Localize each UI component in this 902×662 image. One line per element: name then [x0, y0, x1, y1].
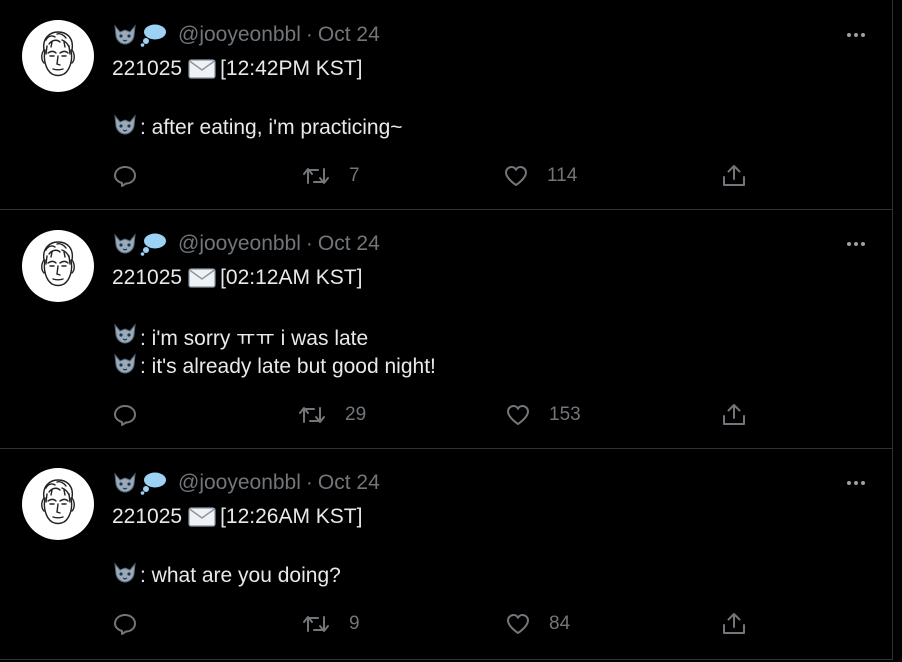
header-date: 221025	[112, 57, 183, 80]
tweet-text-line: : i'm sorry ㅠㅠ i was late	[112, 323, 368, 351]
reply-button[interactable]	[112, 401, 138, 429]
time-label: [12:42PM KST]	[220, 57, 363, 80]
reply-button[interactable]	[112, 610, 138, 638]
share-button[interactable]	[721, 610, 747, 638]
tweet[interactable]: @jooyeonbbl · Oct 24 221025 [12:42PM KST…	[0, 0, 893, 210]
more-options-icon[interactable]	[842, 25, 870, 45]
tweet-header: @jooyeonbbl · Oct 24	[112, 470, 380, 496]
envelope-icon	[188, 59, 216, 79]
like-button[interactable]: 153	[505, 401, 581, 429]
reply-button[interactable]	[112, 162, 138, 190]
retweet-button[interactable]: 7	[301, 162, 360, 190]
avatar[interactable]	[22, 230, 94, 302]
author-emoji	[112, 471, 168, 495]
like-count: 114	[547, 165, 578, 186]
share-icon	[721, 611, 747, 637]
header-date: 221025	[112, 266, 183, 289]
more-options-icon[interactable]	[842, 234, 870, 254]
tweet-header: @jooyeonbbl · Oct 24	[112, 231, 380, 257]
wolf-icon	[112, 114, 138, 142]
tweet-header-line: 221025 [02:12AM KST]	[112, 264, 362, 292]
like-icon	[503, 163, 529, 189]
share-icon	[721, 163, 747, 189]
wolf-icon	[112, 562, 138, 590]
retweet-icon	[301, 163, 331, 189]
tweet-date[interactable]: Oct 24	[318, 471, 380, 495]
retweet-button[interactable]: 9	[301, 610, 360, 638]
like-button[interactable]: 114	[503, 162, 577, 190]
share-icon	[721, 402, 747, 428]
tweet[interactable]: @jooyeonbbl · Oct 24 221025 [12:26AM KST…	[0, 449, 893, 660]
more-options-icon[interactable]	[842, 473, 870, 493]
retweet-count: 29	[345, 404, 367, 425]
like-icon	[505, 402, 531, 428]
author-handle[interactable]: @jooyeonbbl	[178, 232, 301, 256]
tweet-text-line: : it's already late but good night!	[112, 353, 436, 381]
wolf-icon	[112, 472, 138, 494]
like-count: 84	[549, 613, 571, 634]
share-button[interactable]	[721, 401, 747, 429]
author-emoji	[112, 232, 168, 256]
wolf-icon	[112, 233, 138, 255]
retweet-button[interactable]: 29	[297, 401, 366, 429]
thought-bubble-icon	[140, 23, 168, 47]
tweet-date[interactable]: Oct 24	[318, 232, 380, 256]
reply-icon	[112, 163, 138, 189]
separator: ·	[305, 471, 313, 494]
tweet-header: @jooyeonbbl · Oct 24	[112, 22, 380, 48]
time-label: [02:12AM KST]	[220, 266, 363, 289]
separator: ·	[305, 232, 313, 255]
thought-bubble-icon	[140, 232, 168, 256]
avatar[interactable]	[22, 20, 94, 92]
tweet-date[interactable]: Oct 24	[318, 23, 380, 47]
tweet-header-line: 221025 [12:42PM KST]	[112, 55, 362, 83]
wolf-icon	[112, 24, 138, 46]
header-date: 221025	[112, 505, 183, 528]
time-label: [12:26AM KST]	[220, 505, 363, 528]
avatar[interactable]	[22, 468, 94, 540]
retweet-count: 9	[349, 613, 360, 634]
envelope-icon	[188, 268, 216, 288]
tweet-text-line: : after eating, i'm practicing~	[112, 114, 403, 142]
like-count: 153	[549, 404, 581, 425]
tweet-actions: 9 84	[0, 610, 893, 638]
tweet-text: : i'm sorry ㅠㅠ i was late	[140, 327, 369, 350]
tweet-header-line: 221025 [12:26AM KST]	[112, 503, 362, 531]
like-button[interactable]: 84	[505, 610, 570, 638]
tweet-actions: 7 114	[0, 162, 893, 190]
tweet-actions: 29 153	[0, 401, 893, 429]
author-handle[interactable]: @jooyeonbbl	[178, 471, 301, 495]
retweet-icon	[301, 611, 331, 637]
share-button[interactable]	[721, 162, 747, 190]
tweet[interactable]: @jooyeonbbl · Oct 24 221025 [02:12AM KST…	[0, 210, 893, 449]
author-emoji	[112, 23, 168, 47]
tweet-text: : it's already late but good night!	[140, 355, 436, 378]
retweet-icon	[297, 402, 327, 428]
wolf-icon	[112, 323, 138, 351]
tweet-text: : what are you doing?	[140, 564, 341, 587]
retweet-count: 7	[349, 165, 360, 186]
wolf-icon	[112, 353, 138, 381]
envelope-icon	[188, 507, 216, 527]
separator: ·	[305, 23, 313, 46]
like-icon	[505, 611, 531, 637]
thought-bubble-icon	[140, 471, 168, 495]
tweet-text-line: : what are you doing?	[112, 562, 341, 590]
author-handle[interactable]: @jooyeonbbl	[178, 23, 301, 47]
reply-icon	[112, 402, 138, 428]
tweet-text: : after eating, i'm practicing~	[140, 116, 403, 139]
reply-icon	[112, 611, 138, 637]
